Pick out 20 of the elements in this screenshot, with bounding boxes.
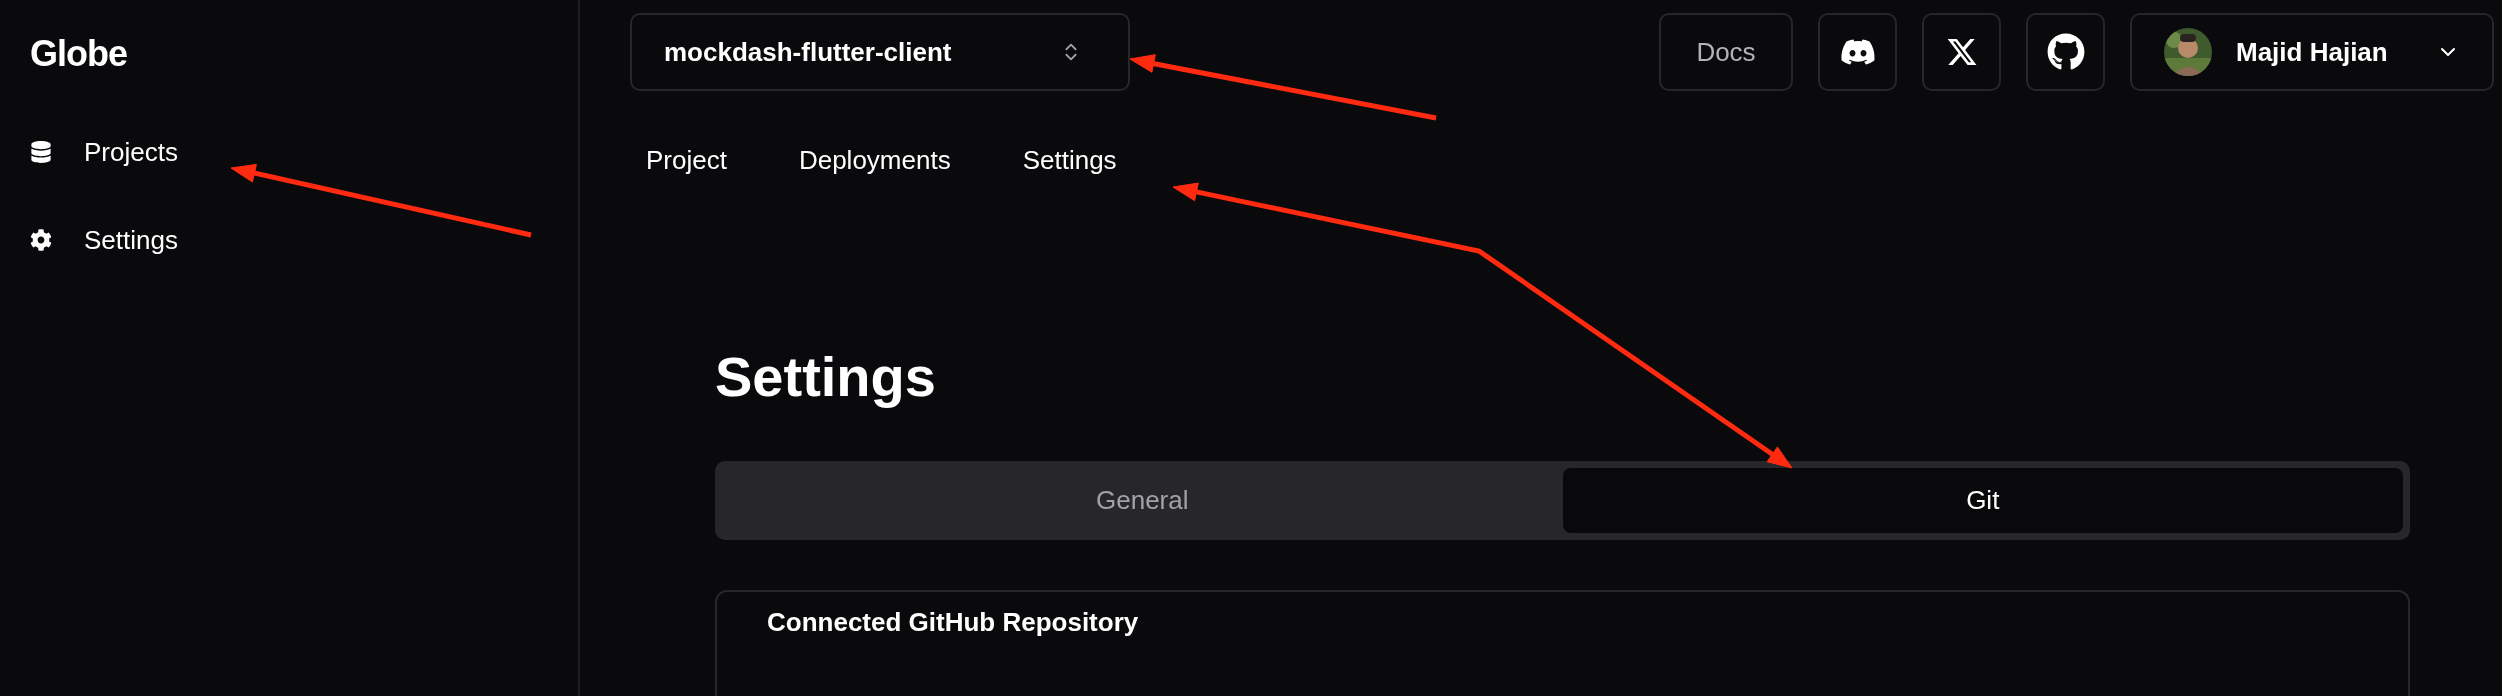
tab[interactable]: General — [722, 468, 1563, 533]
social-button[interactable] — [1922, 13, 2001, 91]
social-button[interactable] — [2026, 13, 2105, 91]
sidebar-item[interactable]: Settings — [30, 216, 548, 264]
settings-icon — [30, 229, 52, 251]
user-menu[interactable]: Majid Hajian — [2130, 13, 2494, 91]
database-icon — [30, 141, 52, 163]
social-button[interactable] — [1818, 13, 1897, 91]
nav-link[interactable]: Deployments — [798, 141, 951, 180]
sidebar-item[interactable]: Projects — [30, 128, 548, 176]
x-icon — [1945, 36, 1978, 68]
nav-link[interactable]: Project — [646, 141, 727, 180]
github-icon — [2046, 33, 2085, 71]
page-title: Settings — [715, 345, 937, 409]
docs-button[interactable]: Docs — [1659, 13, 1793, 91]
logo: Globe — [30, 32, 128, 76]
nav-link[interactable]: Settings — [1022, 141, 1117, 180]
tab[interactable]: Git — [1562, 468, 2403, 533]
card-title: Connected GitHub Repository — [767, 606, 1140, 638]
project-selector[interactable]: mockdash-flutter-client — [630, 13, 1130, 91]
